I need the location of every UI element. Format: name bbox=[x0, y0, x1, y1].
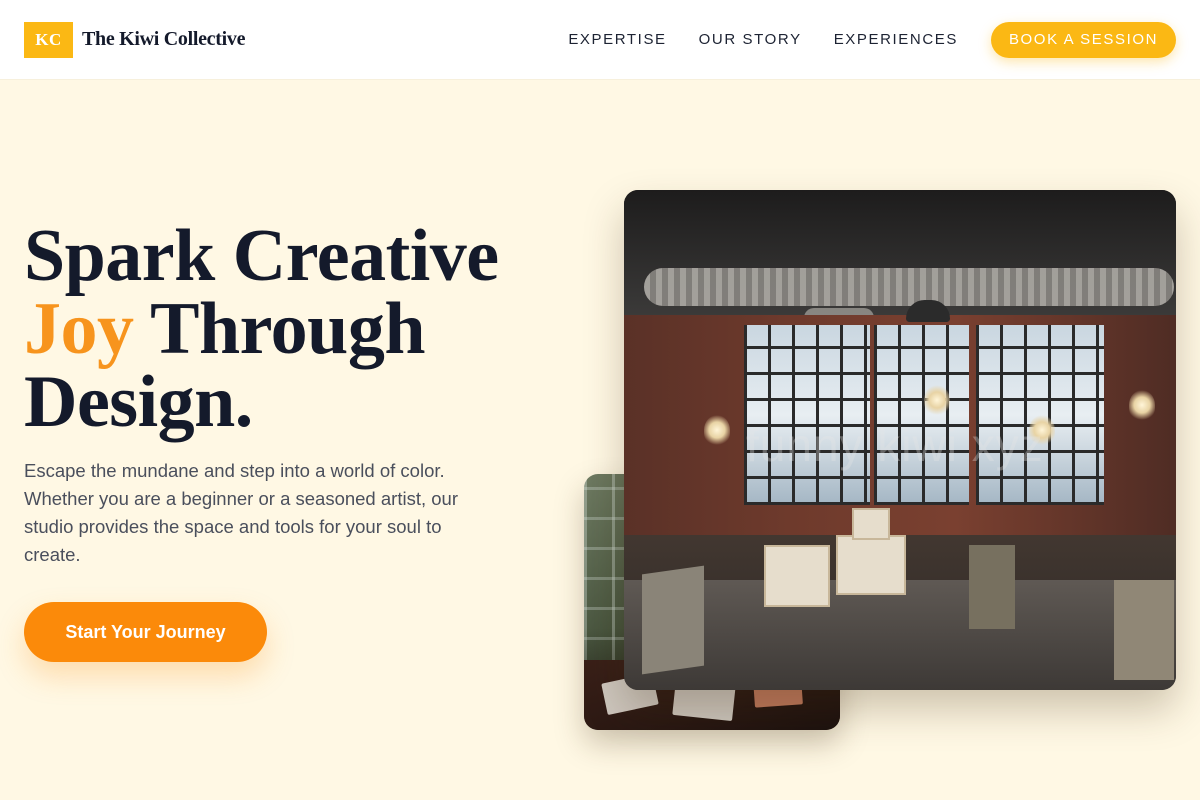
brand-name: The Kiwi Collective bbox=[82, 28, 246, 50]
brand-logo[interactable]: KC The Kiwi Collective bbox=[24, 21, 246, 58]
logo-mark: KC bbox=[24, 21, 73, 58]
studio-floor bbox=[624, 580, 1176, 690]
art-panel bbox=[969, 545, 1015, 629]
art-panel bbox=[642, 565, 704, 675]
nav-link-our-story[interactable]: OUR STORY bbox=[699, 31, 802, 48]
hero-title-line2: Through bbox=[133, 288, 425, 370]
hero-title-line1: Spark Creative bbox=[24, 215, 499, 297]
air-duct bbox=[644, 268, 1174, 306]
hero-title-line3: Design. bbox=[24, 361, 253, 443]
canvas bbox=[764, 545, 830, 607]
photo-watermark: funny kiwi xyz bbox=[746, 419, 1044, 471]
chandelier bbox=[1129, 390, 1155, 420]
canvas bbox=[836, 535, 906, 595]
start-journey-button[interactable]: Start Your Journey bbox=[24, 602, 267, 662]
nav-link-experiences[interactable]: EXPERIENCES bbox=[834, 31, 958, 48]
book-session-button[interactable]: BOOK A SESSION bbox=[991, 21, 1176, 58]
site-header: KC The Kiwi Collective EXPERTISE OUR STO… bbox=[0, 0, 1200, 79]
factory-window bbox=[874, 325, 969, 505]
canvas bbox=[852, 508, 890, 540]
factory-window bbox=[744, 325, 870, 505]
hero-title: Spark Creative Joy Through Design. bbox=[24, 219, 584, 439]
nav-link-expertise[interactable]: EXPERTISE bbox=[568, 31, 666, 48]
studio-photo-main: funny kiwi xyz bbox=[624, 190, 1176, 690]
hero-title-accent: Joy bbox=[24, 288, 134, 370]
hero-description: Escape the mundane and step into a world… bbox=[24, 460, 458, 565]
art-panel bbox=[1114, 580, 1174, 680]
main-nav: EXPERTISE OUR STORY EXPERIENCES bbox=[568, 31, 958, 48]
chandelier bbox=[704, 415, 730, 445]
chandelier bbox=[924, 385, 950, 415]
